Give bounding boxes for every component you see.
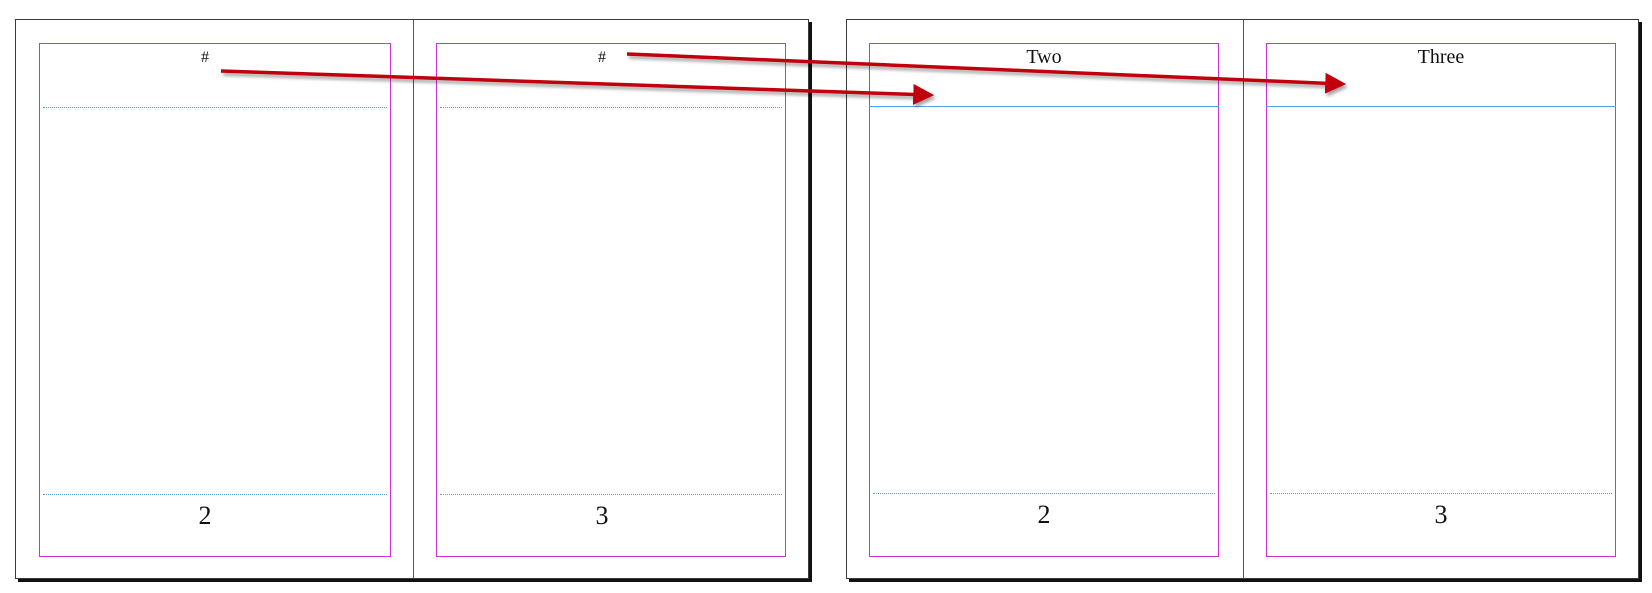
right-spread-page-1-margin	[869, 43, 1219, 557]
right-spread-spine	[1243, 20, 1244, 578]
left-spread-page-2-header-guide	[440, 107, 782, 108]
right-spread-page-1-footer-guide	[873, 493, 1215, 494]
right-spread: Two 2 Three 3	[846, 19, 1639, 579]
left-spread: # 2 # 3	[15, 19, 809, 579]
left-spread-page-2-page-number: 3	[595, 501, 609, 530]
right-spread-page-1-header-guide	[869, 106, 1219, 107]
diagram-canvas: # 2 # 3 Two 2 Three 3	[0, 0, 1652, 593]
left-spread-page-1-header-marker: #	[201, 49, 209, 66]
left-spread-page-2-margin	[436, 43, 786, 557]
left-spread-page-1-footer-guide	[43, 494, 387, 495]
right-spread-page-1-running-header: Two	[1026, 46, 1062, 68]
right-spread-page-2-running-header: Three	[1417, 46, 1465, 68]
left-spread-page-1-header-guide	[43, 107, 387, 108]
right-spread-page-2-footer-guide	[1270, 493, 1612, 494]
right-spread-page-1-page-number: 2	[1037, 500, 1051, 529]
left-spread-page-1-page-number: 2	[198, 501, 212, 530]
right-spread-page-2-header-guide	[1266, 106, 1616, 107]
right-spread-page-2-margin	[1266, 43, 1616, 557]
right-spread-page-2-page-number: 3	[1434, 500, 1448, 529]
left-spread-spine	[413, 20, 414, 578]
left-spread-page-1-margin	[39, 43, 391, 557]
left-spread-page-2-footer-guide	[440, 494, 782, 495]
left-spread-page-2-header-marker: #	[598, 49, 606, 66]
